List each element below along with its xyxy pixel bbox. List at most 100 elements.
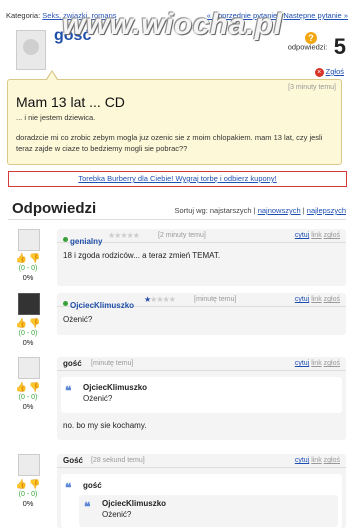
sort-label: Sortuj wg: najstarszych |	[174, 206, 256, 215]
answer-box: Gość [28 sekund temu] cytuj link zgłoś ❝…	[57, 454, 346, 528]
vote-box: 👍 👎 (0 - 0) 0%	[13, 382, 43, 412]
vote-percent: 0%	[22, 338, 34, 347]
answer-time: [28 sekund temu]	[91, 457, 145, 464]
quote-icon: ❝	[65, 481, 72, 495]
vote-box: 👍 👎 (0 - 0) 0%	[13, 253, 43, 283]
vote-count: (0 - 0)	[18, 491, 38, 498]
sort-best-link[interactable]: najlepszych	[307, 206, 346, 215]
sort-controls: Sortuj wg: najstarszych | najnowszych | …	[174, 206, 346, 215]
answer-actions: cytuj link zgłoś	[295, 296, 340, 303]
permalink-link[interactable]: link	[311, 296, 322, 303]
answer-box: genialny ★★★★★ [2 minuty temu] cytuj lin…	[57, 229, 346, 286]
quote-link[interactable]: cytuj	[295, 296, 309, 303]
thumbs-up-icon[interactable]: 👍	[16, 382, 27, 392]
report-link[interactable]: zgłoś	[324, 457, 340, 464]
question-box: [3 minuty temu] Mam 13 lat ... CD ... i …	[7, 79, 342, 165]
answers-label: odpowiedzi:	[287, 42, 328, 52]
quote-author: OjciecKlimuszko	[83, 383, 148, 392]
answer-avatar[interactable]	[18, 454, 40, 476]
question-text-line1: ... i nie jestem dziewica.	[16, 113, 96, 122]
sort-newest-link[interactable]: najnowszych	[258, 206, 301, 215]
quote-link[interactable]: cytuj	[295, 232, 309, 239]
thumbs-up-icon[interactable]: 👍	[16, 479, 27, 489]
answers-counter: ? odpowiedzi: 5	[287, 32, 346, 60]
report-link[interactable]: zgłoś	[324, 296, 340, 303]
answer-text: 18 i zgoda rodziców... a teraz zmień TEM…	[63, 251, 221, 260]
permalink-link[interactable]: link	[311, 232, 322, 239]
nested-quote-author: OjciecKlimuszko	[102, 499, 167, 508]
vote-count: (0 - 0)	[18, 265, 38, 272]
vote-box: 👍 👎 (0 - 0) 0%	[13, 479, 43, 509]
answer-actions: cytuj link zgłoś	[295, 360, 340, 367]
vote-percent: 0%	[22, 273, 34, 282]
report-question[interactable]: × Zgłoś	[314, 67, 344, 77]
nested-quote-text: Ożenić?	[102, 510, 132, 519]
answer-author[interactable]: genialny	[70, 237, 102, 246]
close-icon: ×	[314, 67, 324, 77]
answer-time: [minutę temu]	[194, 296, 237, 303]
thumbs-down-icon[interactable]: 👎	[29, 479, 40, 489]
answer-avatar[interactable]	[18, 357, 40, 379]
star-icon: ★★★★★	[108, 231, 140, 240]
next-question-link[interactable]: Następne pytanie »	[283, 11, 348, 20]
answer-actions: cytuj link zgłoś	[295, 457, 340, 464]
report-link[interactable]: zgłoś	[324, 360, 340, 367]
question-time: [3 minuty temu]	[288, 84, 336, 91]
question-text-body: doradzcie mi co zrobic zebym mogla juz o…	[16, 133, 323, 153]
answer-author[interactable]: Gość	[63, 456, 83, 465]
quote-icon: ❝	[84, 500, 91, 514]
report-question-link[interactable]: Zgłoś	[326, 67, 344, 76]
thumbs-up-icon[interactable]: 👍	[16, 253, 27, 263]
answer-avatar[interactable]	[18, 293, 40, 315]
star-icon: ★★★★	[150, 295, 176, 304]
thumbs-down-icon[interactable]: 👎	[29, 318, 40, 328]
quote-text: Ożenić?	[83, 394, 113, 403]
vote-count: (0 - 0)	[18, 394, 38, 401]
answers-badge-icon: ?	[305, 32, 317, 44]
answer-text: Ożenić?	[63, 315, 93, 324]
question-title: Mam 13 lat ... CD	[16, 94, 125, 110]
answers-count: 5	[333, 34, 346, 59]
online-indicator	[63, 301, 68, 307]
answer-author[interactable]: gość	[63, 359, 82, 368]
report-link[interactable]: zgłoś	[324, 232, 340, 239]
answer-time: [minutę temu]	[91, 360, 134, 367]
vote-box: 👍 👎 (0 - 0) 0%	[13, 318, 43, 348]
promo-banner[interactable]: Torebka Burberry dla Ciebie! Wygraj torb…	[8, 171, 347, 187]
online-indicator	[63, 237, 68, 243]
answer-time: [2 minuty temu]	[158, 232, 206, 239]
promo-link[interactable]: Torebka Burberry dla Ciebie! Wygraj torb…	[78, 174, 276, 183]
thumbs-down-icon[interactable]: 👎	[29, 382, 40, 392]
permalink-link[interactable]: link	[311, 360, 322, 367]
quote-author: gość	[83, 481, 102, 490]
answer-box: gość [minutę temu] cytuj link zgłoś ❝ Oj…	[57, 357, 346, 440]
category-label: Kategoria:	[6, 11, 41, 20]
answer-author[interactable]: OjciecKlimuszko	[70, 301, 134, 310]
bubble-tail-fill	[47, 72, 57, 80]
quote-link[interactable]: cytuj	[295, 360, 309, 367]
answer-text: no. bo my sie kochamy.	[63, 421, 147, 430]
divider	[8, 219, 346, 220]
watermark-logo: www.wiocha.pl	[62, 8, 283, 41]
quote-icon: ❝	[65, 384, 72, 398]
vote-count: (0 - 0)	[18, 330, 38, 337]
nested-quote-block: ❝ OjciecKlimuszko Ożenić?	[79, 495, 338, 527]
thumbs-down-icon[interactable]: 👎	[29, 253, 40, 263]
sort-separator: |	[302, 206, 305, 215]
quote-block: ❝ gość ❝ OjciecKlimuszko Ożenić?	[61, 474, 342, 528]
rating-stars: ★★★★★	[108, 231, 140, 240]
answer-header: Gość [28 sekund temu] cytuj link zgłoś	[57, 454, 346, 468]
vote-percent: 0%	[22, 402, 34, 411]
answer-box: OjciecKlimuszko ★★★★★ [minutę temu] cytu…	[57, 293, 346, 335]
permalink-link[interactable]: link	[311, 457, 322, 464]
answer-header: gość [minutę temu] cytuj link zgłoś	[57, 357, 346, 371]
quote-block: ❝ OjciecKlimuszko Ożenić?	[61, 377, 342, 413]
vote-percent: 0%	[22, 499, 34, 508]
asker-avatar[interactable]	[16, 30, 46, 70]
answer-header: genialny ★★★★★ [2 minuty temu] cytuj lin…	[57, 229, 346, 246]
answer-avatar[interactable]	[18, 229, 40, 251]
thumbs-up-icon[interactable]: 👍	[16, 318, 27, 328]
rating-stars: ★★★★★	[144, 295, 176, 304]
quote-link[interactable]: cytuj	[295, 457, 309, 464]
answer-actions: cytuj link zgłoś	[295, 232, 340, 239]
